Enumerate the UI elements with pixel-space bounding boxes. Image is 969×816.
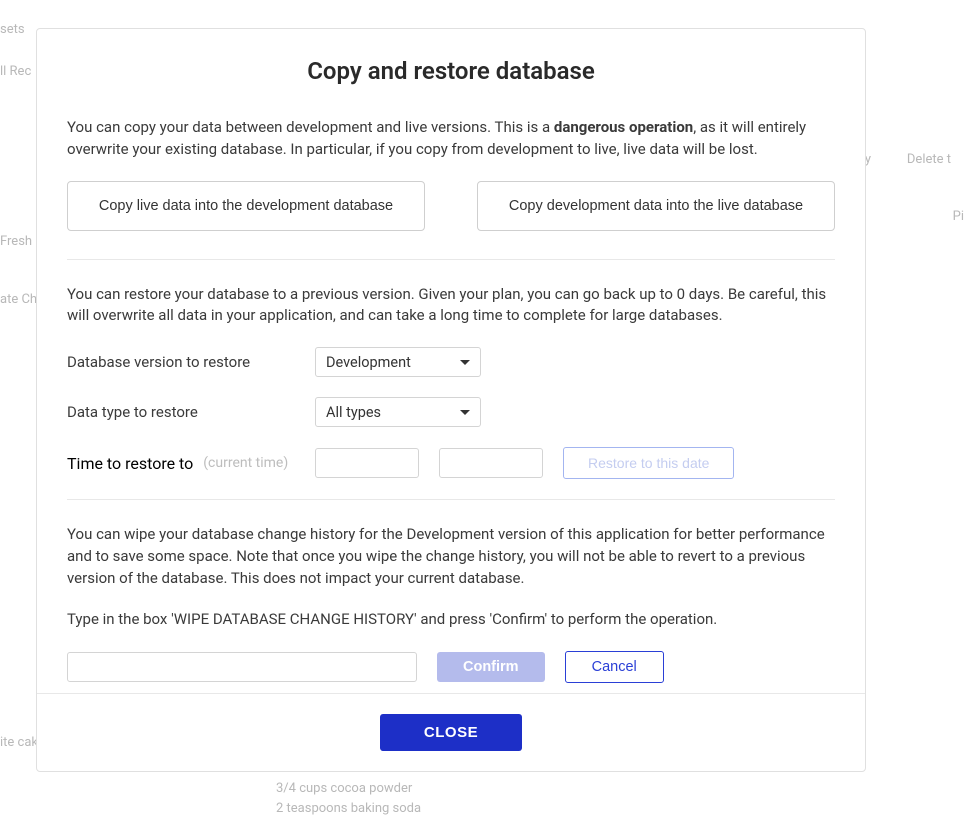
version-label: Database version to restore [67, 353, 315, 371]
divider-2 [67, 499, 835, 500]
time-label: Time to restore to [67, 454, 193, 473]
wipe-confirmation-input[interactable] [67, 652, 417, 682]
wipe-description: You can wipe your database change histor… [67, 524, 835, 589]
copy-dev-to-live-button[interactable]: Copy development data into the live data… [477, 181, 835, 231]
bg-sets: sets [0, 22, 25, 37]
cancel-button[interactable]: Cancel [565, 651, 664, 683]
chevron-down-icon [460, 410, 470, 415]
bg-delete: Delete t [907, 152, 951, 167]
chevron-down-icon [460, 360, 470, 365]
time-inputs: Restore to this date [315, 447, 734, 479]
datatype-dropdown[interactable]: All types [315, 397, 481, 427]
confirm-button[interactable]: Confirm [437, 652, 545, 682]
version-dropdown[interactable]: Development [315, 347, 481, 377]
datatype-value: All types [326, 404, 381, 421]
wipe-instruction: Type in the box 'WIPE DATABASE CHANGE HI… [67, 609, 835, 631]
wipe-input-row: Confirm Cancel [67, 651, 835, 683]
modal-body: Copy and restore database You can copy y… [37, 29, 865, 693]
modal-title: Copy and restore database [67, 57, 835, 85]
restore-time-input[interactable] [439, 448, 543, 478]
bg-all-rec: ll Rec [0, 64, 31, 79]
bg-ing1: 3/4 cups cocoa powder [276, 781, 412, 796]
modal-footer: CLOSE [37, 693, 865, 771]
datatype-label: Data type to restore [67, 403, 315, 421]
copy-desc-part1: You can copy your data between developme… [67, 118, 554, 136]
bg-ate: ate Ch [0, 292, 37, 307]
datatype-row: Data type to restore All types [67, 397, 835, 427]
divider-1 [67, 259, 835, 260]
copy-restore-modal: Copy and restore database You can copy y… [36, 28, 866, 772]
copy-desc-bold: dangerous operation [554, 118, 693, 136]
restore-description: You can restore your database to a previ… [67, 284, 835, 328]
time-hint: (current time) [203, 455, 288, 471]
restore-button[interactable]: Restore to this date [563, 447, 734, 479]
time-row: Time to restore to (current time) Restor… [67, 447, 835, 479]
version-row: Database version to restore Development [67, 347, 835, 377]
copy-live-to-dev-button[interactable]: Copy live data into the development data… [67, 181, 425, 231]
restore-date-input[interactable] [315, 448, 419, 478]
close-button[interactable]: CLOSE [380, 714, 522, 751]
time-label-area: Time to restore to (current time) [67, 454, 315, 473]
copy-description: You can copy your data between developme… [67, 117, 835, 161]
copy-button-row: Copy live data into the development data… [67, 181, 835, 231]
bg-pi: Pi [953, 209, 964, 224]
version-value: Development [326, 354, 411, 371]
